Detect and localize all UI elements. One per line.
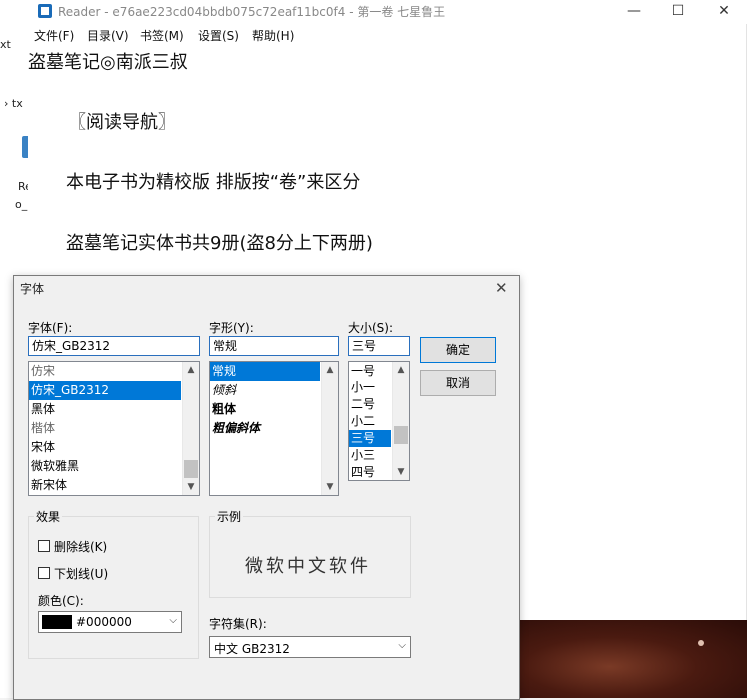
list-item[interactable]: 微软雅黑 [29,457,181,476]
list-item[interactable]: 仿宋 [29,362,181,381]
effects-label: 效果 [34,508,63,525]
list-item[interactable]: 小一 [349,379,391,396]
dialog-title: 字体 [20,282,45,296]
charset-label: 字符集(R): [209,617,267,631]
list-item[interactable]: 宋体 [29,438,181,457]
scroll-up-icon[interactable]: ▲ [322,362,338,378]
explorer-file-label-2: o_ [15,198,28,211]
strikethrough-label[interactable]: 删除线(K) [54,538,107,555]
minimize-button[interactable]: — [611,0,657,24]
maximize-button[interactable]: ☐ [655,0,701,24]
content-line-nav: 〖阅读导航〗 [68,112,176,133]
explorer-fragment-text: xt [0,38,11,51]
list-item[interactable]: 楷体 [29,419,181,438]
strikethrough-checkbox[interactable] [38,540,50,552]
dialog-close-icon[interactable]: ✕ [495,279,508,297]
cancel-button[interactable]: 取消 [420,370,496,396]
list-item-selected[interactable]: 仿宋_GB2312 [29,381,181,400]
color-swatch [42,615,72,629]
list-item[interactable]: 小二 [349,413,391,430]
underline-label[interactable]: 下划线(U) [54,565,108,582]
window-title: Reader - e76ae223cd04bbdb075c72eaf11bc0f… [58,5,446,19]
scroll-up-icon[interactable]: ▲ [393,362,409,378]
list-item[interactable]: 倾斜 [210,381,320,400]
list-item[interactable]: 小三 [349,447,391,464]
scroll-down-icon[interactable]: ▼ [322,479,338,495]
list-item[interactable]: 粗体 [210,400,320,419]
list-item-selected[interactable]: 三号 [349,430,391,447]
menu-settings[interactable]: 设置(S) [198,27,239,44]
list-item[interactable]: 粗偏斜体 [210,419,320,438]
content-line-edition: 本电子书为精校版 排版按“卷”来区分 [66,172,361,193]
list-item[interactable]: 黑体 [29,400,181,419]
size-list-scrollbar[interactable]: ▲ ▼ [392,362,409,480]
content-line-title: 盗墓笔记◎南派三叔 [28,52,188,73]
underline-checkbox[interactable] [38,567,50,579]
charset-value: 中文 GB2312 [214,642,290,656]
scroll-thumb[interactable] [184,460,198,478]
list-item-selected[interactable]: 常规 [210,362,320,381]
sample-text: 微软中文软件 [245,556,371,577]
scroll-up-icon[interactable]: ▲ [183,362,199,378]
size-list[interactable]: 一号 小一 二号 小二 三号 小三 四号 ▲ ▼ [348,361,410,481]
size-label: 大小(S): [348,321,394,335]
ok-button[interactable]: 确定 [420,337,496,363]
style-input[interactable]: 常规 [209,336,339,356]
explorer-nav-fragment: › tx [4,97,23,110]
title-bar[interactable]: Reader - e76ae223cd04bbdb075c72eaf11bc0f… [28,0,747,24]
reader-app-icon [38,4,52,18]
color-select[interactable]: #000000 ⌵ [38,611,182,633]
color-value: #000000 [76,615,132,629]
menu-bar: 文件(F) 目录(V) 书签(M) 设置(S) 帮助(H) [28,25,747,45]
list-item[interactable]: 四号 [349,464,391,480]
style-list[interactable]: 常规 倾斜 粗体 粗偏斜体 ▲ ▼ [209,361,339,496]
menu-file[interactable]: 文件(F) [34,27,74,44]
list-item[interactable]: 二号 [349,396,391,413]
menu-toc[interactable]: 目录(V) [87,27,129,44]
font-input[interactable]: 仿宋_GB2312 [28,336,200,356]
font-dialog: 字体 ✕ 字体(F): 仿宋_GB2312 仿宋 仿宋_GB2312 黑体 楷体… [13,275,520,700]
scroll-down-icon[interactable]: ▼ [393,464,409,480]
menu-help[interactable]: 帮助(H) [252,27,294,44]
chevron-down-icon: ⌵ [398,640,406,651]
charset-select[interactable]: 中文 GB2312 ⌵ [209,636,411,658]
list-item[interactable]: 新宋体 [29,476,181,495]
size-input[interactable]: 三号 [348,336,410,356]
sample-label: 示例 [215,508,244,525]
font-list[interactable]: 仿宋 仿宋_GB2312 黑体 楷体 宋体 微软雅黑 新宋体 ▲ ▼ [28,361,200,496]
scroll-thumb[interactable] [394,426,408,444]
scroll-down-icon[interactable]: ▼ [183,479,199,495]
content-line-volumes: 盗墓笔记实体书共9册(盗8分上下两册) [66,233,373,254]
chevron-down-icon: ⌵ [169,615,177,626]
font-list-scrollbar[interactable]: ▲ ▼ [182,362,199,495]
font-label: 字体(F): [28,321,73,335]
background-photo [518,620,747,698]
style-list-scrollbar[interactable]: ▲ ▼ [321,362,338,495]
close-button[interactable]: ✕ [701,0,747,24]
style-label: 字形(Y): [209,321,254,335]
menu-bookmarks[interactable]: 书签(M) [140,27,184,44]
color-label: 颜色(C): [38,594,84,608]
